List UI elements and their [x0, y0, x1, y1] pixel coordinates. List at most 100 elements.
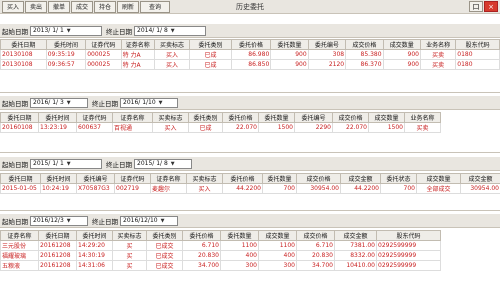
column-header[interactable]: 证券名称: [150, 173, 187, 184]
table-row[interactable]: 2015-01-05 10:24:19 X70587G3 002719 麦趣尔 买入 44.…: [0, 183, 500, 194]
chevron-down-icon: ▼: [158, 99, 163, 106]
window-controls: 口 ×: [468, 1, 498, 12]
end-date-label: 终止日期: [92, 217, 118, 226]
table-row[interactable]: 20130108 09:36:57 000025 特 力A 买入 已成 86.850 900 2…: [0, 59, 500, 70]
column-header[interactable]: 业务名称: [419, 39, 457, 50]
column-header[interactable]: 成交金额: [340, 173, 381, 184]
column-header[interactable]: 委托价格: [222, 112, 259, 123]
column-header[interactable]: 委托日期: [38, 230, 77, 241]
filter-bar-1: 起始日期 2013/ 1/ 1 ▼ 终止日期 2014/ 1/ 8 ▼: [0, 24, 500, 38]
table-row[interactable]: 福耀玻璃 20161208 14:30:19 买已成交 20.830 400 400 20.8…: [0, 250, 441, 261]
column-header[interactable]: 业务名称: [404, 112, 441, 123]
filter-bar-3: 起始日期 2015/ 1/ 1 ▼ 终止日期 2015/ 1/ 8 ▼: [0, 157, 500, 171]
column-header[interactable]: 委托价格: [230, 39, 272, 50]
divider: [0, 152, 500, 153]
column-header[interactable]: 委托价格: [182, 230, 221, 241]
table-row[interactable]: 20160108 13:23:19 600637 百视通 买入 已成 22.070 1500 2…: [0, 122, 441, 133]
chevron-down-icon: ▼: [160, 217, 165, 224]
column-header[interactable]: 委托日期: [0, 112, 39, 123]
orders-table-4: 证券名称 委托日期 委托时间 买卖标志 委托类别 委托价格 委托数量 成交数量 …: [0, 230, 441, 271]
column-header[interactable]: 买卖标志: [152, 112, 189, 123]
column-header[interactable]: 委托数量: [270, 39, 309, 50]
end-date-label: 终止日期: [92, 99, 118, 108]
column-header[interactable]: 委托价格: [222, 173, 263, 184]
column-header[interactable]: 证券代码: [85, 39, 122, 50]
column-header[interactable]: 成交金额: [334, 230, 377, 241]
column-header[interactable]: 成交价格: [345, 39, 384, 50]
chevron-down-icon: ▼: [66, 217, 71, 224]
column-header[interactable]: 委托编号: [76, 173, 115, 184]
chevron-down-icon: ▼: [170, 27, 175, 34]
table-row[interactable]: 三元股份 20161208 14:29:20 买已成交 6.710 1100 1100 6.7…: [0, 240, 441, 251]
query-button[interactable]: 查询: [140, 0, 170, 13]
orders-table-3: 委托日期 委托时间 委托编号 证券代码 证券名称 买卖标志 委托价格 委托数量 …: [0, 173, 500, 194]
start-date-label: 起始日期: [2, 27, 28, 36]
column-header[interactable]: 委托类别: [146, 230, 183, 241]
start-date-label: 起始日期: [2, 217, 28, 226]
filter-bar-2: 起始日期 2016/ 1/ 3 ▼ 终止日期 2016/ 1/10 ▼: [0, 96, 500, 110]
chevron-down-icon: ▼: [66, 160, 71, 167]
maximize-icon[interactable]: 口: [469, 1, 483, 12]
column-header[interactable]: 委托编号: [307, 39, 347, 50]
start-date-picker[interactable]: 2016/12/3 ▼: [30, 215, 88, 226]
column-header[interactable]: 证券名称: [0, 230, 39, 241]
end-date-picker[interactable]: 2014/ 1/ 8 ▼: [134, 25, 206, 36]
buy-button[interactable]: 买入: [2, 0, 24, 13]
start-date-picker[interactable]: 2013/ 1/ 1 ▼: [30, 25, 102, 36]
column-header[interactable]: 成交金额: [460, 173, 500, 184]
start-date-picker[interactable]: 2015/ 1/ 1 ▼: [30, 158, 102, 169]
column-header[interactable]: 委托数量: [220, 230, 259, 241]
divider: [0, 92, 500, 93]
column-header[interactable]: 委托类别: [189, 39, 232, 50]
end-date-picker[interactable]: 2016/ 1/10 ▼: [120, 97, 178, 108]
end-date-picker[interactable]: 2015/ 1/ 8 ▼: [134, 158, 192, 169]
end-date-picker[interactable]: 2016/12/10 ▼: [120, 215, 178, 226]
column-header[interactable]: 委托数量: [258, 112, 295, 123]
column-header[interactable]: 委托时间: [38, 112, 77, 123]
start-date-picker[interactable]: 2016/ 1/ 3 ▼: [30, 97, 88, 108]
column-header[interactable]: 委托时间: [76, 230, 113, 241]
column-header[interactable]: 证券代码: [114, 173, 151, 184]
column-header[interactable]: 委托数量: [262, 173, 297, 184]
column-header[interactable]: 委托日期: [0, 39, 47, 50]
column-header[interactable]: 委托状态: [380, 173, 417, 184]
column-header[interactable]: 成交价格: [332, 112, 369, 123]
column-header[interactable]: 证券代码: [76, 112, 113, 123]
column-header[interactable]: 委托类别: [188, 112, 223, 123]
orders-table-1: 委托日期 委托时间 证券代码 证券名称 买卖标志 委托类别 委托价格 委托数量 …: [0, 39, 500, 70]
column-header[interactable]: 成交数量: [416, 173, 461, 184]
column-header[interactable]: 股东代码: [376, 230, 441, 241]
column-header[interactable]: 委托时间: [45, 39, 87, 50]
column-header[interactable]: 成交价格: [296, 173, 341, 184]
sell-button[interactable]: 卖出: [25, 0, 47, 13]
column-header[interactable]: 成交数量: [382, 39, 421, 50]
column-header[interactable]: 委托时间: [40, 173, 77, 184]
column-header[interactable]: 买卖标志: [186, 173, 223, 184]
table-header-row: 委托日期 委托时间 委托编号 证券代码 证券名称 买卖标志 委托价格 委托数量 …: [0, 173, 500, 184]
close-icon[interactable]: ×: [484, 1, 498, 12]
start-date-label: 起始日期: [2, 99, 28, 108]
column-header[interactable]: 成交数量: [368, 112, 405, 123]
end-date-label: 终止日期: [106, 27, 132, 36]
orders-table-2: 委托日期 委托时间 证券代码 证券名称 买卖标志 委托类别 委托价格 委托数量 …: [0, 112, 441, 133]
table-row[interactable]: 20130108 09:35:19 000025 特 力A 买入 已成 86.980 900 3…: [0, 49, 500, 60]
refresh-button[interactable]: 刷新: [117, 0, 139, 13]
cancel-order-button[interactable]: 撤单: [48, 0, 70, 13]
column-header[interactable]: 成交数量: [258, 230, 297, 241]
table-header-row: 委托日期 委托时间 证券代码 证券名称 买卖标志 委托类别 委托价格 委托数量 …: [0, 39, 500, 50]
column-header[interactable]: 买卖标志: [112, 230, 147, 241]
column-header[interactable]: 委托日期: [0, 173, 41, 184]
column-header[interactable]: 证券名称: [112, 112, 153, 123]
chevron-down-icon: ▼: [66, 99, 71, 106]
end-date-label: 终止日期: [106, 160, 132, 169]
column-header[interactable]: 委托编号: [294, 112, 333, 123]
column-header[interactable]: 股东代码: [455, 39, 500, 50]
table-row[interactable]: 五粮液 20161208 14:31:06 买已成交 34.700 300 300 34.70…: [0, 260, 441, 271]
column-header[interactable]: 成交价格: [296, 230, 335, 241]
column-header[interactable]: 买卖标志: [153, 39, 191, 50]
trades-button[interactable]: 成交: [71, 0, 93, 13]
positions-button[interactable]: 持仓: [94, 0, 116, 13]
chevron-down-icon: ▼: [170, 160, 175, 167]
column-header[interactable]: 证券名称: [120, 39, 155, 50]
divider: [0, 210, 500, 211]
